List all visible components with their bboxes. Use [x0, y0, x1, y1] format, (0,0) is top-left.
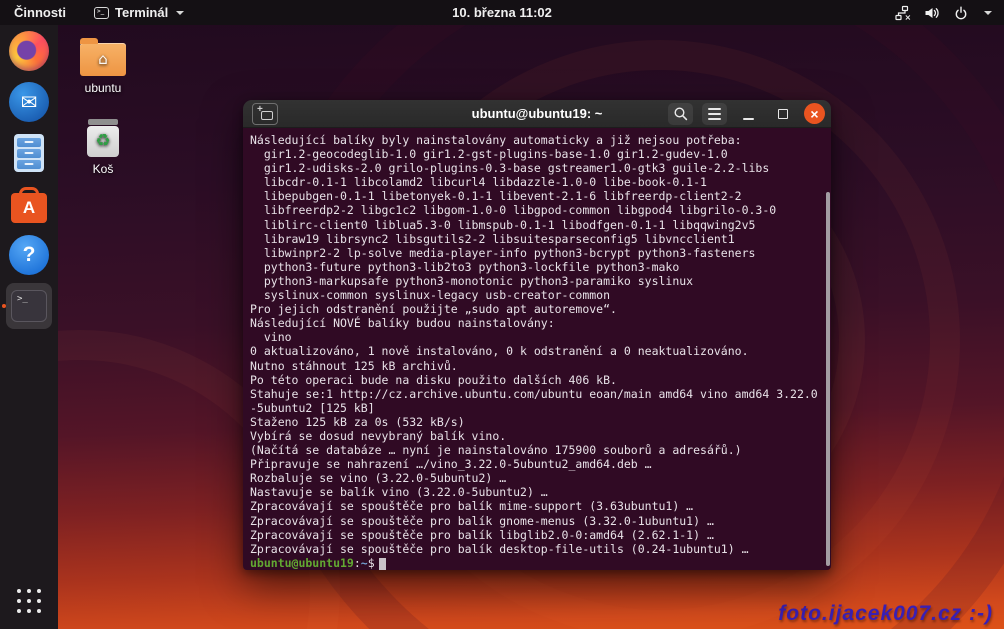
terminal-small-icon	[94, 7, 109, 19]
clock[interactable]: 10. března 11:02	[442, 0, 562, 25]
minimize-button[interactable]	[736, 103, 761, 125]
desktop-icon-ubuntu[interactable]: ⌂ ubuntu	[65, 37, 141, 95]
search-icon	[673, 106, 689, 122]
terminal-prompt-line: ubuntu@ubuntu19:~$	[250, 556, 831, 570]
terminal-line: libraw19 librsync2 libsgutils2-2 libsuit…	[250, 232, 831, 246]
help-icon: ?	[9, 235, 49, 275]
chevron-down-icon	[176, 11, 184, 15]
new-tab-button[interactable]: +	[252, 103, 278, 125]
titlebar-actions: ×	[668, 103, 825, 125]
terminal-line: gir1.2-geocodeglib-1.0 gir1.2-gst-plugin…	[250, 147, 831, 161]
question-mark: ?	[23, 243, 36, 267]
terminal-line: Zpracovávají se spouštěče pro balík gnom…	[250, 514, 831, 528]
terminal-line: gir1.2-udisks-2.0 grilo-plugins-0.3-base…	[250, 161, 831, 175]
terminal-line: Nutno stáhnout 125 kB archivů.	[250, 359, 831, 373]
firefox-icon	[9, 31, 49, 71]
terminal-line: Připravuje se nahrazení …/vino_3.22.0-5u…	[250, 457, 831, 471]
terminal-line: Zpracovávají se spouštěče pro balík libg…	[250, 528, 831, 542]
recycle-icon: ♻	[95, 133, 110, 150]
terminal-line: (Načítá se databáze … nyní je nainstalov…	[250, 443, 831, 457]
terminal-line: python3-markupsafe python3-monotonic pyt…	[250, 274, 831, 288]
desktop: Činnosti Terminál 10. března 11:02 ×	[0, 0, 1004, 629]
terminal-line: vino	[250, 330, 831, 344]
terminal-line: liblirc-client0 liblua5.3-0 libmspub-0.1…	[250, 218, 831, 232]
maximize-button[interactable]	[770, 103, 795, 125]
search-button[interactable]	[668, 103, 693, 125]
terminal-line: libepubgen-0.1-1 libetonyek-0.1-1 libeve…	[250, 189, 831, 203]
app-grid-button[interactable]	[13, 585, 45, 617]
window-title: ubuntu@ubuntu19: ~	[472, 106, 603, 121]
dock-item-help[interactable]: ?	[6, 232, 52, 278]
desktop-icon-trash[interactable]: ♻ Koš	[65, 119, 141, 176]
dock-item-terminal[interactable]	[6, 283, 52, 329]
maximize-icon	[778, 109, 788, 119]
dock-item-ubuntu-software[interactable]: A	[6, 181, 52, 227]
prompt-path: ~	[361, 556, 368, 570]
watermark: foto.ijacek007.cz :-)	[778, 602, 993, 626]
terminal-titlebar[interactable]: + ubuntu@ubuntu19: ~	[243, 100, 831, 128]
terminal-line: python3-future python3-lib2to3 python3-l…	[250, 260, 831, 274]
trash-icon: ♻	[87, 119, 119, 157]
terminal-line: libcdr-0.1-1 libcolamd2 libcurl4 libdazz…	[250, 175, 831, 189]
terminal-output[interactable]: Následující balíky byly nainstalovány au…	[243, 128, 831, 570]
app-menu-label: Terminál	[115, 5, 168, 20]
terminal-line: Vybírá se dosud nevybraný balík vino.	[250, 429, 831, 443]
terminal-window: + ubuntu@ubuntu19: ~	[243, 100, 831, 570]
svg-text:×: ×	[905, 13, 912, 21]
volume-icon	[924, 5, 940, 21]
terminal-line: Zpracovávají se spouštěče pro balík desk…	[250, 542, 831, 556]
terminal-line: Stahuje se:1 http://cz.archive.ubuntu.co…	[250, 387, 831, 401]
terminal-line: 0 aktualizováno, 1 nově instalováno, 0 k…	[250, 344, 831, 358]
terminal-line: libfreerdp2-2 libgc1c2 libgom-1.0-0 libg…	[250, 203, 831, 217]
thunderbird-icon: ✉	[9, 82, 49, 122]
dock-item-firefox[interactable]	[6, 28, 52, 74]
terminal-line: -5ubuntu2 [125 kB]	[250, 401, 831, 415]
prompt-symbol: $	[368, 556, 375, 570]
prompt-user: ubuntu@ubuntu19	[250, 556, 354, 570]
text-cursor	[379, 558, 386, 570]
prompt-separator: :	[354, 556, 361, 570]
hamburger-icon	[708, 108, 721, 120]
terminal-line: Následující balíky byly nainstalovány au…	[250, 133, 831, 147]
terminal-line: Následující NOVÉ balíky budou nainstalov…	[250, 316, 831, 330]
dock-item-thunderbird[interactable]: ✉	[6, 79, 52, 125]
envelope-icon: ✉	[21, 92, 38, 112]
new-tab-box-icon	[261, 111, 273, 120]
app-menu[interactable]: Terminál	[80, 0, 198, 25]
minimize-icon	[743, 118, 754, 120]
dock-item-files[interactable]	[6, 130, 52, 176]
close-button[interactable]: ×	[804, 103, 825, 124]
chevron-down-icon	[984, 11, 992, 15]
folder-icon: ⌂	[80, 43, 126, 76]
terminal-icon	[11, 290, 47, 322]
terminal-line: Po této operaci bude na disku použito da…	[250, 373, 831, 387]
terminal-line: Nastavuje se balík vino (3.22.0-5ubuntu2…	[250, 485, 831, 499]
close-icon: ×	[810, 107, 818, 121]
terminal-line: Pro jejich odstranění použijte „sudo apt…	[250, 302, 831, 316]
system-status-area[interactable]: ×	[882, 0, 1004, 25]
terminal-line: syslinux-common syslinux-legacy usb-crea…	[250, 288, 831, 302]
activities-button[interactable]: Činnosti	[0, 0, 80, 25]
dock: ✉ A ?	[0, 25, 58, 629]
software-letter: A	[23, 198, 35, 218]
files-icon	[14, 134, 44, 172]
desktop-icon-label: ubuntu	[85, 81, 122, 95]
scrollbar[interactable]	[826, 192, 830, 566]
home-icon: ⌂	[98, 52, 108, 67]
network-offline-icon: ×	[894, 5, 911, 21]
top-bar: Činnosti Terminál 10. března 11:02 ×	[0, 0, 1004, 25]
ubuntu-software-icon: A	[11, 193, 47, 223]
terminal-line: Zpracovávají se spouštěče pro balík mime…	[250, 499, 831, 513]
menu-button[interactable]	[702, 103, 727, 125]
terminal-line: libwinpr2-2 lp-solve media-player-info p…	[250, 246, 831, 260]
terminal-line: Rozbaluje se vino (3.22.0-5ubuntu2) …	[250, 471, 831, 485]
terminal-lines: Následující balíky byly nainstalovány au…	[250, 133, 831, 556]
power-icon	[953, 5, 969, 21]
desktop-icon-label: Koš	[93, 162, 114, 176]
terminal-line: Staženo 125 kB za 0s (532 kB/s)	[250, 415, 831, 429]
